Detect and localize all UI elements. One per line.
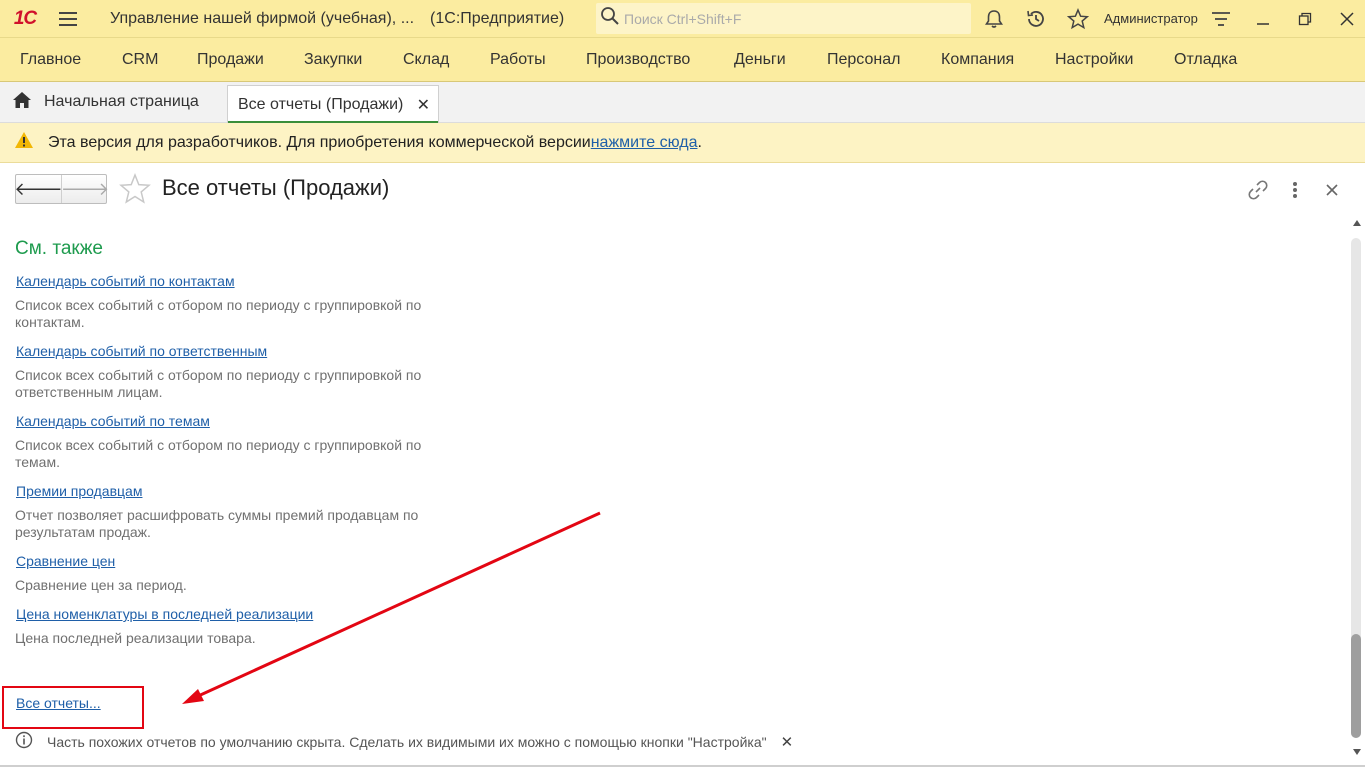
menu-item-main[interactable]: Главное [20, 51, 81, 69]
report-link-events-by-responsible[interactable]: Календарь событий по ответственным [16, 343, 267, 359]
developer-version-banner: Эта версия для разработчиков. Для приобр… [0, 123, 1365, 163]
close-window-icon[interactable] [1334, 6, 1360, 32]
info-icon [15, 731, 33, 752]
report-description: Цена последней реализации товара. [15, 630, 256, 646]
menu-item-money[interactable]: Деньги [734, 51, 786, 69]
report-link-events-by-topics[interactable]: Календарь событий по темам [16, 413, 210, 429]
scroll-down-arrow-icon[interactable] [1351, 746, 1363, 758]
close-form-icon[interactable] [1319, 177, 1345, 203]
tab-all-reports-sales[interactable]: Все отчеты (Продажи) ✕ [227, 85, 439, 124]
info-text: Часть похожих отчетов по умолчанию скрыт… [47, 733, 767, 750]
banner-tail: . [697, 133, 702, 151]
report-description: Отчет позволяет расшифровать суммы преми… [15, 507, 419, 540]
vertical-scrollbar-thumb[interactable] [1351, 634, 1361, 738]
report-description: Список всех событий с отбором по периоду… [15, 437, 422, 470]
report-link-events-by-contacts[interactable]: Календарь событий по контактам [16, 273, 235, 289]
menu-item-debug[interactable]: Отладка [1174, 51, 1237, 69]
menu-item-warehouse[interactable]: Склад [403, 51, 449, 69]
more-actions-icon[interactable] [1282, 177, 1308, 203]
warning-icon [14, 131, 34, 154]
tab-bar: Начальная страница Все отчеты (Продажи) … [0, 82, 1365, 124]
home-icon [12, 91, 32, 114]
menu-item-works[interactable]: Работы [490, 51, 546, 69]
menu-item-production[interactable]: Производство [586, 51, 690, 69]
menu-item-company[interactable]: Компания [941, 51, 1014, 69]
report-link-last-sale-price[interactable]: Цена номенклатуры в последней реализации [16, 606, 313, 622]
report-description: Список всех событий с отбором по периоду… [15, 297, 422, 330]
back-arrow-icon[interactable]: 🡐 [14, 175, 63, 203]
main-menu-icon[interactable] [50, 0, 86, 37]
add-to-favorites-star-icon[interactable] [119, 172, 151, 205]
settings-icon[interactable] [1208, 6, 1234, 32]
history-icon[interactable] [1023, 6, 1049, 32]
banner-text: Эта версия для разработчиков. Для приобр… [48, 133, 591, 151]
minimize-icon[interactable] [1250, 6, 1276, 32]
scroll-up-arrow-icon[interactable] [1351, 217, 1363, 229]
tab-home-label: Начальная страница [44, 93, 199, 110]
hidden-reports-info: Часть похожих отчетов по умолчанию скрыт… [15, 731, 793, 752]
report-link-sales-bonuses[interactable]: Премии продавцам [16, 483, 142, 499]
search-input[interactable] [624, 10, 954, 27]
link-icon[interactable] [1245, 177, 1271, 203]
menu-item-settings[interactable]: Настройки [1055, 51, 1133, 69]
report-link-price-comparison[interactable]: Сравнение цен [16, 553, 115, 569]
report-description: Сравнение цен за период. [15, 577, 187, 593]
menu-item-purchases[interactable]: Закупки [304, 51, 362, 69]
navigation-buttons: 🡐 🡒 [14, 174, 109, 204]
search-icon [600, 6, 620, 31]
buy-commercial-link[interactable]: нажмите сюда [591, 134, 698, 152]
form-title: Все отчеты (Продажи) [162, 175, 390, 200]
1c-logo: 1С [13, 7, 37, 29]
highlight-box [2, 686, 144, 729]
app-title: Управление нашей фирмой (учебная), ... [110, 9, 415, 27]
menu-item-sales[interactable]: Продажи [197, 51, 264, 69]
menu-item-crm[interactable]: CRM [122, 51, 158, 69]
global-search[interactable] [596, 3, 971, 34]
tab-active-label: Все отчеты (Продажи) [238, 95, 404, 113]
user-name[interactable]: Администратор [1104, 11, 1198, 26]
favorites-star-icon[interactable] [1065, 6, 1091, 32]
see-also-heading: См. также [15, 238, 103, 259]
tab-home[interactable]: Начальная страница [0, 82, 199, 122]
restore-icon[interactable] [1292, 6, 1318, 32]
report-description: Список всех событий с отбором по периоду… [15, 367, 422, 400]
main-menu-bar: Главное CRM Продажи Закупки Склад Работы… [0, 37, 1365, 82]
forward-arrow-icon[interactable]: 🡒 [61, 175, 109, 203]
menu-item-personnel[interactable]: Персонал [827, 51, 900, 69]
close-info-icon[interactable]: ✕ [781, 733, 794, 751]
bell-icon[interactable] [981, 6, 1007, 32]
app-subtitle: (1С:Предприятие) [430, 9, 565, 27]
tab-close-icon[interactable]: ✕ [417, 95, 430, 115]
